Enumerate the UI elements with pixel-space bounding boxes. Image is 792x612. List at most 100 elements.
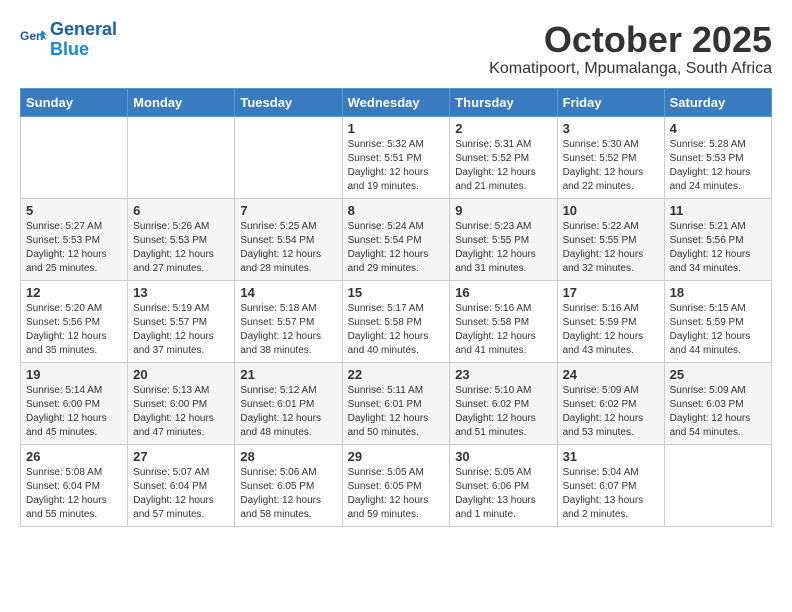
day-number: 1 [348,121,445,136]
table-row: 2Sunrise: 5:31 AM Sunset: 5:52 PM Daylig… [450,116,557,198]
day-detail: Sunrise: 5:04 AM Sunset: 6:07 PM Dayligh… [563,466,659,522]
table-row: 22Sunrise: 5:11 AM Sunset: 6:01 PM Dayli… [342,362,450,444]
table-row: 12 Sunrise: 5:20 AM Sunset: 5:56 PM Dayli… [21,280,128,362]
day-detail: Sunrise: 5:09 AM Sunset: 6:03 PM Dayligh… [670,384,766,440]
col-monday: Monday [128,88,235,116]
day-number: 11 [670,203,766,218]
day-number: 14 [240,285,336,300]
table-row [128,116,235,198]
table-row: 23 Sunrise: 5:10 AM Sunset: 6:02 PM Dayli… [450,362,557,444]
table-row: 14 Sunrise: 5:18 AM Sunset: 5:57 PM Dayli… [235,280,342,362]
table-row: 24Sunrise: 5:09 AM Sunset: 6:02 PM Dayli… [557,362,664,444]
table-row: 8 Sunrise: 5:24 AM Sunset: 5:54 PM Daylig… [342,198,450,280]
table-row: 26 Sunrise: 5:08 AM Sunset: 6:04 PM Dayli… [21,444,128,526]
day-detail: Sunrise: 5:25 AM Sunset: 5:54 PM Dayligh… [240,220,336,276]
day-number: 6 [133,203,229,218]
day-detail: Sunrise: 5:11 AM Sunset: 6:01 PM Dayligh… [348,384,445,440]
table-row: 29Sunrise: 5:05 AM Sunset: 6:05 PM Dayli… [342,444,450,526]
table-row: 13Sunrise: 5:19 AM Sunset: 5:57 PM Dayli… [128,280,235,362]
day-detail: Sunrise: 5:26 AM Sunset: 5:53 PM Dayligh… [133,220,229,276]
day-detail: Sunrise: 5:31 AM Sunset: 5:52 PM Dayligh… [455,138,551,194]
logo-icon: Gen [20,26,48,54]
col-saturday: Saturday [664,88,771,116]
table-row: 9 Sunrise: 5:23 AM Sunset: 5:55 PM Daylig… [450,198,557,280]
day-detail: Sunrise: 5:23 AM Sunset: 5:55 PM Dayligh… [455,220,551,276]
logo-line2: Blue [50,40,117,60]
table-row: 4 Sunrise: 5:28 AM Sunset: 5:53 PM Daylig… [664,116,771,198]
day-number: 18 [670,285,766,300]
col-thursday: Thursday [450,88,557,116]
calendar-week-row: 26 Sunrise: 5:08 AM Sunset: 6:04 PM Dayli… [21,444,772,526]
logo-line1: General [50,19,117,39]
day-detail: Sunrise: 5:22 AM Sunset: 5:55 PM Dayligh… [563,220,659,276]
day-detail: Sunrise: 5:07 AM Sunset: 6:04 PM Dayligh… [133,466,229,522]
location-subtitle: Komatipoort, Mpumalanga, South Africa [489,60,772,78]
day-detail: Sunrise: 5:10 AM Sunset: 6:02 PM Dayligh… [455,384,551,440]
day-number: 25 [670,367,766,382]
table-row: 20 Sunrise: 5:13 AM Sunset: 6:00 PM Dayli… [128,362,235,444]
day-number: 19 [26,367,122,382]
table-row: 17 Sunrise: 5:16 AM Sunset: 5:59 PM Dayli… [557,280,664,362]
table-row: 21Sunrise: 5:12 AM Sunset: 6:01 PM Dayli… [235,362,342,444]
day-number: 4 [670,121,766,136]
day-number: 21 [240,367,336,382]
day-number: 7 [240,203,336,218]
day-number: 3 [563,121,659,136]
day-detail: Sunrise: 5:15 AM Sunset: 5:59 PM Dayligh… [670,302,766,358]
day-detail: Sunrise: 5:20 AM Sunset: 5:56 PM Dayligh… [26,302,122,358]
page-header: Gen General Blue October 2025 Komatipoor… [20,20,772,78]
calendar-week-row: 12 Sunrise: 5:20 AM Sunset: 5:56 PM Dayli… [21,280,772,362]
day-detail: Sunrise: 5:17 AM Sunset: 5:58 PM Dayligh… [348,302,445,358]
table-row: 28Sunrise: 5:06 AM Sunset: 6:05 PM Dayli… [235,444,342,526]
col-friday: Friday [557,88,664,116]
table-row: 19 Sunrise: 5:14 AM Sunset: 6:00 PM Dayli… [21,362,128,444]
day-number: 27 [133,449,229,464]
day-detail: Sunrise: 5:05 AM Sunset: 6:05 PM Dayligh… [348,466,445,522]
table-row: 31 Sunrise: 5:04 AM Sunset: 6:07 PM Dayli… [557,444,664,526]
day-number: 26 [26,449,122,464]
day-detail: Sunrise: 5:08 AM Sunset: 6:04 PM Dayligh… [26,466,122,522]
table-row: 10 Sunrise: 5:22 AM Sunset: 5:55 PM Dayli… [557,198,664,280]
table-row: 25 Sunrise: 5:09 AM Sunset: 6:03 PM Dayli… [664,362,771,444]
day-number: 20 [133,367,229,382]
day-detail: Sunrise: 5:24 AM Sunset: 5:54 PM Dayligh… [348,220,445,276]
calendar-week-row: 1Sunrise: 5:32 AM Sunset: 5:51 PM Daylig… [21,116,772,198]
svg-text:Gen: Gen [20,29,43,43]
day-number: 8 [348,203,445,218]
col-wednesday: Wednesday [342,88,450,116]
day-detail: Sunrise: 5:14 AM Sunset: 6:00 PM Dayligh… [26,384,122,440]
table-row: 6 Sunrise: 5:26 AM Sunset: 5:53 PM Daylig… [128,198,235,280]
table-row [664,444,771,526]
day-number: 23 [455,367,551,382]
day-detail: Sunrise: 5:21 AM Sunset: 5:56 PM Dayligh… [670,220,766,276]
table-row: 18 Sunrise: 5:15 AM Sunset: 5:59 PM Dayli… [664,280,771,362]
table-row: 27 Sunrise: 5:07 AM Sunset: 6:04 PM Dayli… [128,444,235,526]
day-detail: Sunrise: 5:09 AM Sunset: 6:02 PM Dayligh… [563,384,659,440]
day-detail: Sunrise: 5:27 AM Sunset: 5:53 PM Dayligh… [26,220,122,276]
table-row [21,116,128,198]
day-number: 17 [563,285,659,300]
day-number: 31 [563,449,659,464]
calendar-week-row: 19 Sunrise: 5:14 AM Sunset: 6:00 PM Dayli… [21,362,772,444]
calendar-header-row: Sunday Monday Tuesday Wednesday Thursday… [21,88,772,116]
calendar-table: Sunday Monday Tuesday Wednesday Thursday… [20,88,772,527]
day-detail: Sunrise: 5:19 AM Sunset: 5:57 PM Dayligh… [133,302,229,358]
day-detail: Sunrise: 5:05 AM Sunset: 6:06 PM Dayligh… [455,466,551,522]
day-number: 16 [455,285,551,300]
day-detail: Sunrise: 5:28 AM Sunset: 5:53 PM Dayligh… [670,138,766,194]
day-detail: Sunrise: 5:16 AM Sunset: 5:59 PM Dayligh… [563,302,659,358]
col-sunday: Sunday [21,88,128,116]
table-row: 5Sunrise: 5:27 AM Sunset: 5:53 PM Daylig… [21,198,128,280]
month-title: October 2025 [489,20,772,60]
day-number: 10 [563,203,659,218]
day-number: 12 [26,285,122,300]
day-detail: Sunrise: 5:13 AM Sunset: 6:00 PM Dayligh… [133,384,229,440]
day-number: 9 [455,203,551,218]
day-detail: Sunrise: 5:06 AM Sunset: 6:05 PM Dayligh… [240,466,336,522]
table-row: 30Sunrise: 5:05 AM Sunset: 6:06 PM Dayli… [450,444,557,526]
table-row [235,116,342,198]
table-row: 7 Sunrise: 5:25 AM Sunset: 5:54 PM Daylig… [235,198,342,280]
day-detail: Sunrise: 5:18 AM Sunset: 5:57 PM Dayligh… [240,302,336,358]
table-row: 1Sunrise: 5:32 AM Sunset: 5:51 PM Daylig… [342,116,450,198]
calendar-week-row: 5Sunrise: 5:27 AM Sunset: 5:53 PM Daylig… [21,198,772,280]
